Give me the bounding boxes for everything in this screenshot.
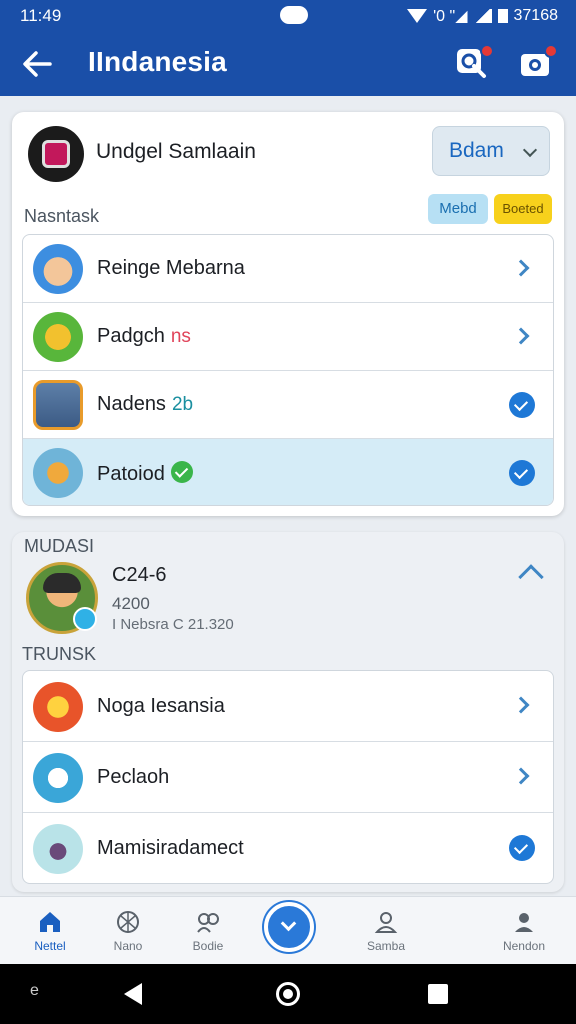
- signal-text: '0 "◢: [433, 8, 468, 25]
- list-item-label: Patoiod: [97, 461, 193, 486]
- avatar-icon: [33, 244, 83, 294]
- nav-item-samba[interactable]: Samba: [346, 905, 426, 961]
- item-badge: ns: [170, 326, 191, 347]
- back-button[interactable]: [20, 46, 56, 82]
- section-label: MUDASI: [24, 536, 95, 556]
- nav-label: Samba: [366, 939, 406, 953]
- search-button[interactable]: [454, 44, 494, 82]
- check-circle-icon[interactable]: [509, 460, 535, 486]
- nav-label: Nettel: [34, 939, 66, 953]
- profile-name: Undgel Samlaain: [96, 140, 256, 163]
- list-item-label: Noga Iesansia: [97, 695, 225, 717]
- arrow-left-icon: [23, 51, 52, 77]
- system-nav-bar: e: [0, 964, 576, 1024]
- chevron-down-icon: [522, 142, 538, 158]
- shield-icon: [33, 312, 83, 362]
- wifi-icon: [407, 9, 428, 23]
- list-item-label: Reinge Mebarna: [97, 257, 245, 279]
- box-icon: [33, 380, 83, 430]
- list-item[interactable]: Nadens 2b: [23, 371, 553, 439]
- user-id: C24-6: [112, 564, 167, 586]
- rocket-icon: [33, 448, 83, 498]
- nav-label: Bodie: [192, 939, 224, 953]
- status-icons: '0 "◢ 37168: [407, 6, 558, 26]
- system-back-button[interactable]: [124, 983, 142, 1005]
- nav-label: Nendon: [502, 939, 546, 953]
- dropdown-value: Bdam: [449, 139, 504, 162]
- nav-item-nendon[interactable]: Nendon: [484, 905, 564, 961]
- list-item[interactable]: Noga Iesansia: [23, 671, 553, 742]
- verified-icon: [170, 461, 193, 483]
- user-meta: I Nebsra C 21.320: [112, 616, 234, 633]
- status-bar: 11:49 '0 "◢ 37168: [0, 0, 576, 32]
- system-e-icon: e: [30, 982, 39, 999]
- check-circle-icon[interactable]: [509, 835, 535, 861]
- notification-dot: [480, 44, 494, 58]
- section-label: Nasntask: [24, 206, 100, 226]
- app-bar: IIndanesia: [0, 32, 576, 96]
- check-circle-icon[interactable]: [509, 392, 535, 418]
- nav-label: Nano: [113, 939, 143, 953]
- trunsk-list: Noga Iesansia Peclaoh Mamisiradamect: [22, 670, 554, 884]
- list-item-label: Mamisiradamect: [97, 837, 244, 859]
- notification-dot: [544, 44, 558, 58]
- item-badge: 2b: [171, 394, 194, 415]
- game-cube-icon: [42, 140, 70, 168]
- nav-item-bodie[interactable]: Bodie: [168, 905, 248, 961]
- home-icon: [40, 912, 60, 932]
- fab-button[interactable]: [264, 902, 314, 952]
- list-item-selected[interactable]: Patoiod: [23, 439, 553, 505]
- user-score: 4200: [112, 594, 150, 613]
- status-time: 11:49: [20, 6, 62, 25]
- globe-icon: [117, 911, 139, 933]
- mudasi-section: MUDASI C24-6 4200 I Nebsra C 21.320 TRUN…: [12, 532, 564, 892]
- pen-icon: [33, 753, 83, 803]
- chevron-right-icon: [512, 767, 530, 785]
- task-list: Reinge Mebarna Padgch ns Nadens 2b Patoiod: [22, 234, 554, 506]
- profile-dropdown[interactable]: Bdam: [432, 126, 550, 176]
- profile-card: Undgel Samlaain Bdam Nasntask Mebd Boete…: [12, 112, 564, 516]
- list-item-label: Peclaoh: [97, 766, 170, 788]
- sub-section-label: TRUNSK: [22, 644, 97, 664]
- chip-mebd[interactable]: Mebd: [428, 194, 488, 224]
- chevron-right-icon: [512, 696, 530, 714]
- signal-icon: [473, 9, 492, 23]
- battery-text: 37168: [513, 7, 559, 24]
- chevron-right-icon: [512, 259, 530, 277]
- list-item[interactable]: Peclaoh: [23, 742, 553, 813]
- chevron-up-icon[interactable]: [518, 564, 544, 590]
- list-item[interactable]: Mamisiradamect: [23, 813, 553, 883]
- nav-item-nano[interactable]: Nano: [88, 905, 168, 961]
- camera-button[interactable]: [518, 44, 558, 82]
- chevron-right-icon: [512, 327, 530, 345]
- status-badge-icon: [73, 607, 97, 631]
- chip-boeted[interactable]: Boeted: [494, 194, 552, 224]
- avatar[interactable]: [26, 562, 98, 634]
- nav-item-home[interactable]: Nettel: [10, 905, 90, 961]
- star-burst-icon: [33, 682, 83, 732]
- avatar[interactable]: [28, 126, 84, 182]
- list-item[interactable]: Padgch ns: [23, 303, 553, 371]
- battery-icon: [497, 9, 508, 23]
- list-item[interactable]: Reinge Mebarna: [23, 235, 553, 303]
- page-title: IIndanesia: [88, 46, 227, 77]
- users-icon: [197, 913, 219, 933]
- hair-shape: [43, 573, 81, 593]
- account-icon: [515, 913, 533, 932]
- toggle-pill-icon: [280, 6, 308, 24]
- list-item-label: Padgch ns: [97, 325, 191, 347]
- list-item-label: Nadens 2b: [97, 393, 194, 415]
- system-recents-button[interactable]: [428, 984, 448, 1004]
- camera-device-icon: [33, 824, 83, 874]
- person-icon: [374, 912, 398, 933]
- system-home-button[interactable]: [276, 982, 300, 1006]
